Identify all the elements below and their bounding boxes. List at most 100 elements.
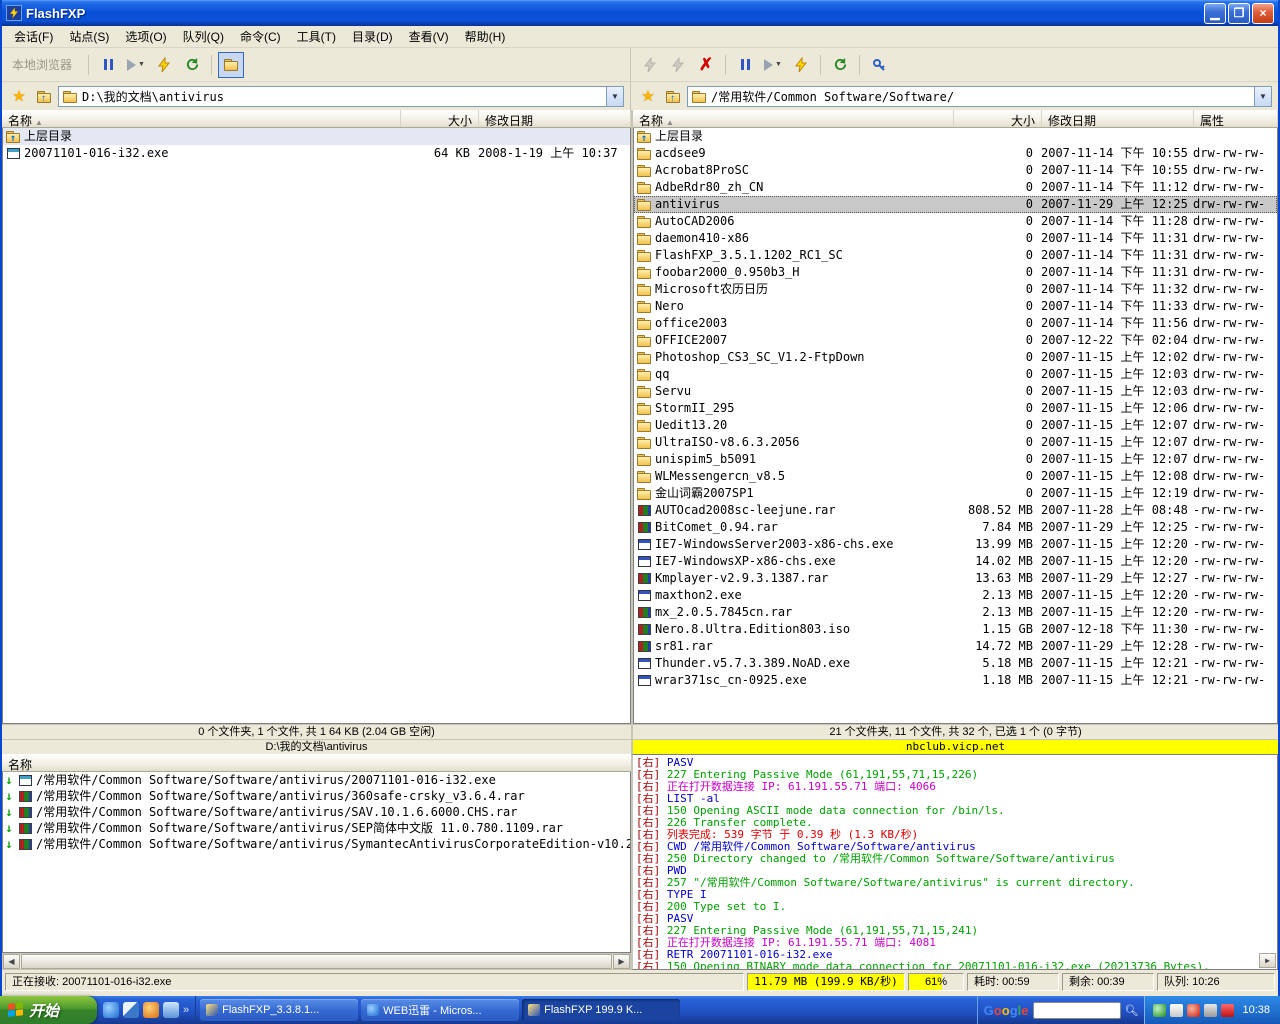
- identity-button[interactable]: [866, 52, 892, 78]
- column-header-attr[interactable]: 属性: [1194, 110, 1278, 127]
- menu-item-2[interactable]: 选项(O): [117, 26, 174, 47]
- parent-dir-row[interactable]: 上层目录: [3, 128, 630, 145]
- column-header-date[interactable]: 修改日期: [479, 110, 631, 127]
- close-button[interactable]: ×: [1252, 3, 1274, 24]
- file-row[interactable]: BitComet_0.94.rar7.84 MB2007-11-29 上午 12…: [634, 519, 1277, 536]
- google-search-input[interactable]: [1033, 1002, 1121, 1019]
- scrollbar-thumb[interactable]: [21, 954, 612, 969]
- queue-item[interactable]: ↓/常用软件/Common Software/Software/antiviru…: [3, 788, 630, 804]
- quick-launch-browser-icon[interactable]: [103, 1002, 119, 1018]
- folder-view-button[interactable]: [218, 52, 244, 78]
- remote-pause-button[interactable]: [732, 52, 758, 78]
- folder-row[interactable]: Photoshop_CS3_SC_V1.2-FtpDown02007-11-15…: [634, 349, 1277, 366]
- remote-bookmark-button[interactable]: ★: [637, 86, 659, 107]
- folder-row[interactable]: FlashFXP_3.5.1.1202_RC1_SC02007-11-14 下午…: [634, 247, 1277, 264]
- search-magnifier-icon[interactable]: 🔍︎: [1125, 1004, 1139, 1017]
- remote-up-dir-button[interactable]: [662, 86, 684, 107]
- column-header-size[interactable]: 大小: [954, 110, 1042, 127]
- remote-refresh-button[interactable]: [827, 52, 853, 78]
- queue-item[interactable]: ↓/常用软件/Common Software/Software/antiviru…: [3, 772, 630, 788]
- menu-item-5[interactable]: 工具(T): [289, 26, 344, 47]
- folder-row[interactable]: Nero02007-11-14 下午 11:33drw-rw-rw-: [634, 298, 1277, 315]
- file-row[interactable]: IE7-WindowsXP-x86-chs.exe14.02 MB2007-11…: [634, 553, 1277, 570]
- tray-volume-icon[interactable]: [1204, 1004, 1217, 1017]
- task-button-0[interactable]: FlashFXP_3.3.8.1...: [200, 999, 358, 1021]
- menu-item-4[interactable]: 命令(C): [232, 26, 289, 47]
- quick-connect-button[interactable]: [665, 52, 691, 78]
- menu-item-7[interactable]: 查看(V): [401, 26, 457, 47]
- tray-messenger-icon[interactable]: [1153, 1004, 1166, 1017]
- folder-row[interactable]: WLMessengercn_v8.502007-11-15 上午 12:08dr…: [634, 468, 1277, 485]
- scroll-right-icon[interactable]: ▶: [613, 954, 630, 969]
- start-button[interactable]: 开始: [0, 996, 97, 1024]
- menu-item-0[interactable]: 会话(F): [6, 26, 61, 47]
- tray-help-icon[interactable]: [1170, 1004, 1183, 1017]
- queue-horizontal-scrollbar[interactable]: ◀ ▶: [2, 953, 631, 970]
- file-row[interactable]: sr81.rar14.72 MB2007-11-29 上午 12:28-rw-r…: [634, 638, 1277, 655]
- folder-row[interactable]: qq02007-11-15 上午 12:03drw-rw-rw-: [634, 366, 1277, 383]
- local-up-dir-button[interactable]: [33, 86, 55, 107]
- scroll-left-icon[interactable]: ◀: [3, 954, 20, 969]
- file-row[interactable]: wrar371sc_cn-0925.exe1.18 MB2007-11-15 上…: [634, 672, 1277, 689]
- local-path-combobox[interactable]: D:\我的文档\antivirus ▼: [58, 86, 624, 107]
- quick-launch-media-icon[interactable]: [143, 1002, 159, 1018]
- file-row[interactable]: IE7-WindowsServer2003-x86-chs.exe13.99 M…: [634, 536, 1277, 553]
- pause-button[interactable]: [95, 52, 121, 78]
- maximize-button[interactable]: ❐: [1228, 3, 1250, 24]
- menu-item-3[interactable]: 队列(Q): [175, 26, 232, 47]
- folder-row[interactable]: UltraISO-v8.6.3.205602007-11-15 上午 12:07…: [634, 434, 1277, 451]
- file-row[interactable]: maxthon2.exe2.13 MB2007-11-15 上午 12:20-r…: [634, 587, 1277, 604]
- queue-item[interactable]: ↓/常用软件/Common Software/Software/antiviru…: [3, 804, 630, 820]
- file-row[interactable]: Kmplayer-v2.9.3.1387.rar13.63 MB2007-11-…: [634, 570, 1277, 587]
- quick-launch-overflow-icon[interactable]: »: [183, 1004, 189, 1016]
- folder-row[interactable]: daemon410-x8602007-11-14 下午 11:31drw-rw-…: [634, 230, 1277, 247]
- folder-row[interactable]: StormII_29502007-11-15 上午 12:06drw-rw-rw…: [634, 400, 1277, 417]
- minimize-button[interactable]: ▁: [1204, 3, 1226, 24]
- quick-launch-desktop-icon[interactable]: [123, 1002, 139, 1018]
- task-button-2[interactable]: FlashFXP 199.9 K...: [522, 999, 680, 1021]
- folder-row[interactable]: office200302007-11-14 下午 11:56drw-rw-rw-: [634, 315, 1277, 332]
- column-header-name[interactable]: 名称▲: [633, 110, 954, 127]
- folder-row[interactable]: AdbeRdr80_zh_CN02007-11-14 下午 11:12drw-r…: [634, 179, 1277, 196]
- queue-item[interactable]: ↓/常用软件/Common Software/Software/antiviru…: [3, 836, 630, 852]
- local-path-dropdown-button[interactable]: ▼: [606, 87, 623, 106]
- log-scroll-right-icon[interactable]: ▶: [1259, 953, 1276, 968]
- connect-site-button[interactable]: [637, 52, 663, 78]
- transfer-button[interactable]: ▼: [123, 52, 149, 78]
- folder-row[interactable]: Acrobat8ProSC02007-11-14 下午 10:55drw-rw-…: [634, 162, 1277, 179]
- remote-transfer-button[interactable]: ▼: [760, 52, 786, 78]
- file-row[interactable]: 20071101-016-i32.exe64 KB2008-1-19 上午 10…: [3, 145, 630, 162]
- column-header-date[interactable]: 修改日期: [1042, 110, 1194, 127]
- parent-dir-row[interactable]: 上层目录: [634, 128, 1277, 145]
- menu-item-6[interactable]: 目录(D): [344, 26, 401, 47]
- file-row[interactable]: Nero.8.Ultra.Edition803.iso1.15 GB2007-1…: [634, 621, 1277, 638]
- remote-path-dropdown-button[interactable]: ▼: [1254, 87, 1271, 106]
- folder-row[interactable]: Servu02007-11-15 上午 12:03drw-rw-rw-: [634, 383, 1277, 400]
- column-header-size[interactable]: 大小: [401, 110, 479, 127]
- connect-button[interactable]: [151, 52, 177, 78]
- tray-ime-icon[interactable]: [1221, 1004, 1234, 1017]
- remote-connect-button[interactable]: [788, 52, 814, 78]
- folder-row[interactable]: 金山词霸2007SP102007-11-15 上午 12:19drw-rw-rw…: [634, 485, 1277, 502]
- folder-row[interactable]: AutoCAD200602007-11-14 下午 11:28drw-rw-rw…: [634, 213, 1277, 230]
- folder-row[interactable]: acdsee902007-11-14 下午 10:55drw-rw-rw-: [634, 145, 1277, 162]
- remote-path-combobox[interactable]: /常用软件/Common Software/Software/ ▼: [687, 86, 1272, 107]
- folder-row[interactable]: OFFICE200702007-12-22 下午 02:04drw-rw-rw-: [634, 332, 1277, 349]
- quick-launch-mail-icon[interactable]: [163, 1002, 179, 1018]
- queue-column-header[interactable]: 名称: [2, 754, 631, 772]
- file-row[interactable]: AUTOcad2008sc-leejune.rar808.52 MB2007-1…: [634, 502, 1277, 519]
- column-header-name[interactable]: 名称▲: [2, 110, 401, 127]
- menu-item-8[interactable]: 帮助(H): [457, 26, 514, 47]
- file-row[interactable]: mx_2.0.5.7845cn.rar2.13 MB2007-11-15 上午 …: [634, 604, 1277, 621]
- menu-item-1[interactable]: 站点(S): [61, 26, 117, 47]
- tray-security-icon[interactable]: [1187, 1004, 1200, 1017]
- task-button-1[interactable]: WEB迅雷 - Micros...: [361, 999, 519, 1021]
- file-row[interactable]: Thunder.v5.7.3.389.NoAD.exe5.18 MB2007-1…: [634, 655, 1277, 672]
- folder-row[interactable]: Uedit13.2002007-11-15 上午 12:07drw-rw-rw-: [634, 417, 1277, 434]
- folder-row[interactable]: unispim5_b509102007-11-15 上午 12:07drw-rw…: [634, 451, 1277, 468]
- folder-row[interactable]: antivirus02007-11-29 上午 12:25drw-rw-rw-: [634, 196, 1277, 213]
- folder-row[interactable]: Microsoft农历日历02007-11-14 下午 11:32drw-rw-…: [634, 281, 1277, 298]
- abort-button[interactable]: ✗: [693, 52, 719, 78]
- folder-row[interactable]: foobar2000_0.950b3_H02007-11-14 下午 11:31…: [634, 264, 1277, 281]
- refresh-button[interactable]: [179, 52, 205, 78]
